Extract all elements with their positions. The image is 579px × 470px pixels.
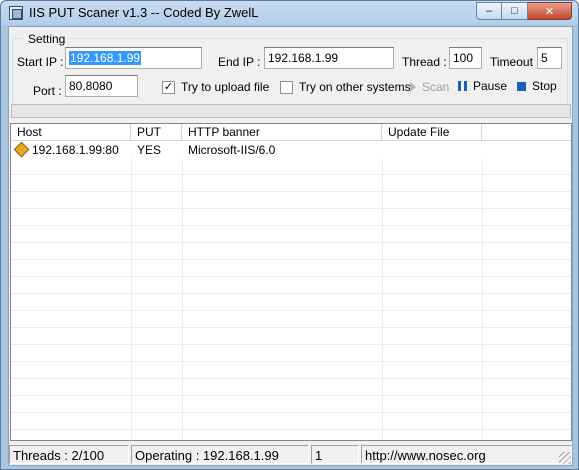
start-ip-label: Start IP : [17,55,64,69]
scan-label: Scan [422,80,450,94]
start-ip-value: 192.168.1.99 [69,51,142,65]
maximize-button[interactable]: □ [502,2,528,20]
status-bar: Threads : 2/100 Operating : 192.168.1.99… [9,445,572,465]
column-header-http-banner[interactable]: HTTP banner [182,124,382,141]
pause-label: Pause [473,79,508,93]
pause-icon [458,81,467,91]
status-threads: Threads : 2/100 [9,445,129,464]
scan-button[interactable]: Scan [410,80,449,94]
table-row[interactable]: 192.168.1.99:80 YES Microsoft-IIS/6.0 [11,142,571,158]
window-title: IIS PUT Scaner v1.3 -- Coded By ZwelL [29,5,259,20]
column-header-filler [482,124,571,141]
title-bar[interactable]: IIS PUT Scaner v1.3 -- Coded By ZwelL – … [1,1,578,25]
column-header-put[interactable]: PUT [131,124,182,141]
port-label: Port : [33,84,62,98]
column-header-update-file[interactable]: Update File [382,124,482,141]
host-value: 192.168.1.99:80 [32,143,119,157]
status-count: 1 [311,445,359,464]
scan-progress-bar [11,104,571,118]
upload-file-checkbox[interactable]: ✓ [162,81,175,94]
pause-button[interactable]: Pause [458,79,507,93]
stop-button[interactable]: Stop [517,79,557,93]
timeout-label: Timeout : [490,55,540,69]
other-systems-label[interactable]: Try on other systems [299,80,411,94]
client-area: Setting Start IP : 192.168.1.99 End IP :… [8,26,573,466]
end-ip-label: End IP : [218,55,261,69]
port-field[interactable]: 80,8080 [65,75,138,97]
column-divider [131,141,132,440]
put-cell: YES [137,143,162,157]
window-controls: – □ ✕ [476,2,572,20]
app-window: IIS PUT Scaner v1.3 -- Coded By ZwelL – … [0,0,579,470]
host-cell: 192.168.1.99:80 [11,142,131,158]
host-found-icon [13,142,30,158]
end-ip-field[interactable]: 192.168.1.99 [264,47,394,69]
stop-label: Stop [532,79,557,93]
app-window-icon [9,6,23,20]
status-operating: Operating : 192.168.1.99 [131,445,309,464]
update-file-cell [382,142,482,158]
thread-label: Thread : [402,55,447,69]
stop-icon [517,81,526,91]
play-icon [410,82,416,92]
column-divider [382,141,383,440]
start-ip-field[interactable]: 192.168.1.99 [65,47,202,69]
column-divider [482,141,483,440]
results-list-header: Host PUT HTTP banner Update File [11,124,571,141]
settings-group-title: Setting [24,32,70,46]
thread-field[interactable]: 100 [449,47,482,69]
other-systems-checkbox[interactable] [280,81,293,94]
timeout-field[interactable]: 5 [537,47,562,69]
column-divider [182,141,183,440]
resize-grip-icon[interactable] [559,452,571,464]
upload-file-label[interactable]: Try to upload file [181,80,269,94]
http-banner-cell: Microsoft-IIS/6.0 [188,143,276,157]
close-button[interactable]: ✕ [528,2,572,20]
results-list[interactable]: Host PUT HTTP banner Update File 192.168… [10,123,572,441]
status-url[interactable]: http://www.nosec.org [361,445,572,464]
minimize-button[interactable]: – [476,2,502,20]
column-header-host[interactable]: Host [11,124,131,141]
